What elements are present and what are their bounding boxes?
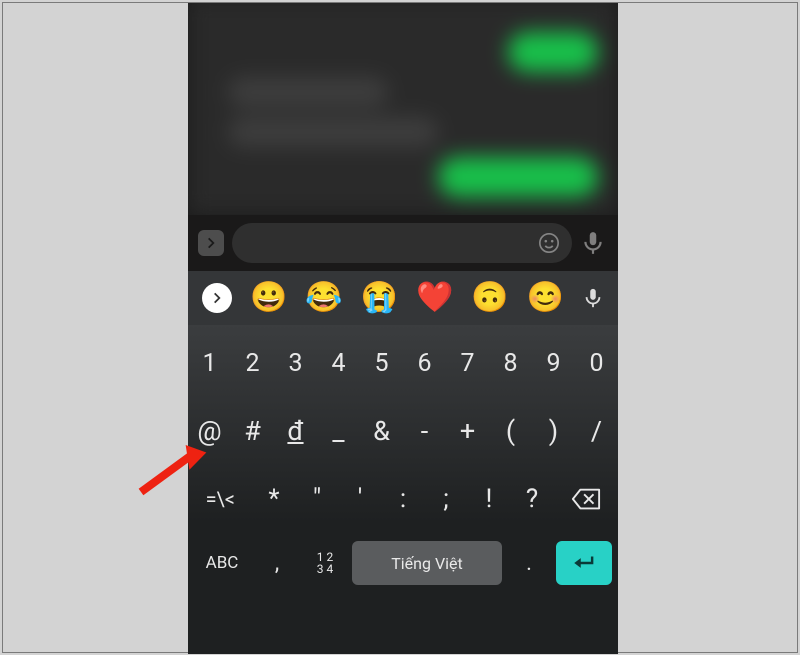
emoji-suggestion[interactable]: 😂 — [305, 283, 342, 313]
key-squote[interactable]: ' — [339, 465, 382, 533]
key-semicolon[interactable]: ; — [425, 465, 468, 533]
key-8[interactable]: 8 — [489, 329, 532, 397]
microphone-icon[interactable] — [582, 287, 604, 309]
keyboard: 1 2 3 4 5 6 7 8 9 0 @ # đ _ & - + ( ) — [188, 325, 618, 654]
keyboard-row-4: ABC , 1 2 3 4 Tiếng Việt . — [188, 533, 618, 593]
key-comma[interactable]: , — [256, 541, 298, 585]
outer-frame: 😀 😂 😭 ❤️ 🙃 😊 1 2 3 4 5 6 7 8 9 0 @ — [2, 2, 798, 653]
key-4[interactable]: 4 — [317, 329, 360, 397]
key-6[interactable]: 6 — [403, 329, 446, 397]
key-0[interactable]: 0 — [575, 329, 618, 397]
chat-bubble — [508, 32, 598, 72]
chevron-right-icon — [204, 236, 218, 250]
chat-bubble — [228, 77, 388, 107]
collapse-button[interactable] — [198, 230, 224, 256]
key-backspace[interactable] — [554, 465, 619, 533]
numgrid-bot: 3 4 — [317, 563, 333, 575]
emoji-suggestion[interactable]: 😀 — [250, 283, 287, 313]
emoji-suggestion-row: 😀 😂 😭 ❤️ 🙃 😊 — [188, 271, 618, 325]
message-input-bar — [188, 215, 618, 271]
emoji-suggestion[interactable]: 😭 — [361, 283, 398, 313]
key-9[interactable]: 9 — [532, 329, 575, 397]
key-exclaim[interactable]: ! — [468, 465, 511, 533]
keyboard-row-3: =\< * " ' : ; ! ? — [188, 465, 618, 533]
keyboard-row-2: @ # đ _ & - + ( ) / — [188, 397, 618, 465]
key-1[interactable]: 1 — [188, 329, 231, 397]
backspace-icon — [571, 487, 601, 511]
key-enter[interactable] — [556, 541, 612, 585]
enter-icon — [571, 552, 597, 574]
keyboard-row-1: 1 2 3 4 5 6 7 8 9 0 — [188, 325, 618, 397]
chat-bubble — [438, 157, 598, 197]
smiley-icon[interactable] — [538, 232, 560, 254]
key-asterisk[interactable]: * — [253, 465, 296, 533]
message-input[interactable] — [232, 223, 572, 263]
emoji-suggestion[interactable]: 😊 — [527, 283, 564, 313]
key-ampersand[interactable]: & — [360, 397, 403, 465]
phone-screen: 😀 😂 😭 ❤️ 🙃 😊 1 2 3 4 5 6 7 8 9 0 @ — [188, 3, 618, 654]
expand-button[interactable] — [202, 283, 232, 313]
key-5[interactable]: 5 — [360, 329, 403, 397]
microphone-icon[interactable] — [580, 230, 606, 256]
key-spacebar[interactable]: Tiếng Việt — [352, 541, 502, 585]
key-plus[interactable]: + — [446, 397, 489, 465]
chat-bubble — [228, 117, 438, 147]
key-symbols-page[interactable]: =\< — [188, 465, 253, 533]
emoji-suggestion[interactable]: 🙃 — [471, 283, 508, 313]
chevron-right-icon — [210, 291, 224, 305]
key-question[interactable]: ? — [511, 465, 554, 533]
key-colon[interactable]: : — [382, 465, 425, 533]
key-period[interactable]: . — [508, 541, 550, 585]
key-dstroke[interactable]: đ — [274, 397, 317, 465]
key-2[interactable]: 2 — [231, 329, 274, 397]
key-paren-open[interactable]: ( — [489, 397, 532, 465]
key-slash[interactable]: / — [575, 397, 618, 465]
key-3[interactable]: 3 — [274, 329, 317, 397]
key-numgrid[interactable]: 1 2 3 4 — [304, 541, 346, 585]
blurred-chat-area — [188, 3, 618, 215]
key-hash[interactable]: # — [231, 397, 274, 465]
key-underscore[interactable]: _ — [317, 397, 360, 465]
key-abc[interactable]: ABC — [194, 541, 250, 585]
key-minus[interactable]: - — [403, 397, 446, 465]
key-at[interactable]: @ — [188, 397, 231, 465]
key-dquote[interactable]: " — [296, 465, 339, 533]
key-7[interactable]: 7 — [446, 329, 489, 397]
key-paren-close[interactable]: ) — [532, 397, 575, 465]
emoji-suggestion[interactable]: ❤️ — [416, 283, 453, 313]
